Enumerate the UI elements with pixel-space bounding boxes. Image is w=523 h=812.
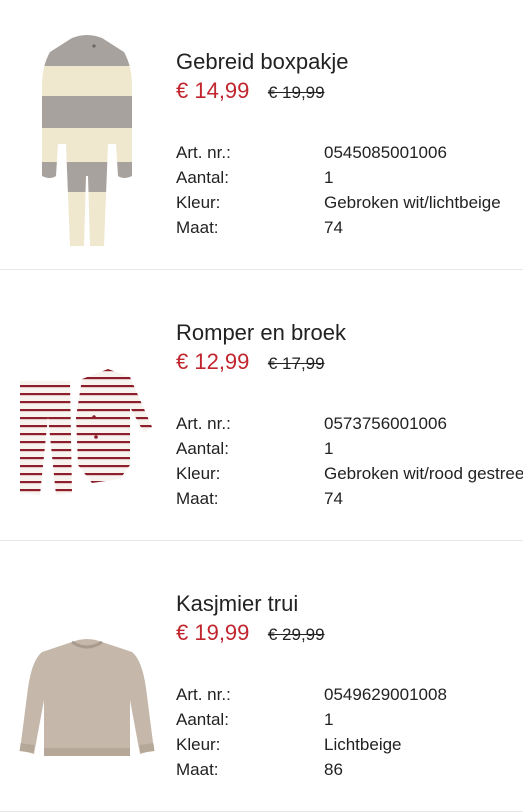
quantity-label: Aantal: <box>176 439 229 458</box>
color-label: Kleur: <box>176 735 221 754</box>
color-label: Kleur: <box>176 464 221 483</box>
cart-item: Gebreid boxpakje € 14,99 € 19,99 Art. nr… <box>0 0 523 270</box>
article-number-value: 0545085001006 <box>324 143 447 162</box>
original-price: € 29,99 <box>267 625 325 644</box>
sale-price: € 19,99 <box>176 620 250 645</box>
color-value: Lichtbeige <box>324 735 402 754</box>
sale-price: € 12,99 <box>176 349 250 374</box>
original-price: € 17,99 <box>267 354 325 373</box>
size-label: Maat: <box>176 760 219 779</box>
quantity-value: 1 <box>324 439 334 458</box>
article-number-value: 0549629001008 <box>324 685 447 704</box>
color-value: Gebroken wit/rood gestreept <box>324 464 523 483</box>
size-value: 86 <box>324 760 343 779</box>
product-name[interactable]: Romper en broek <box>176 319 523 347</box>
size-label: Maat: <box>176 489 219 508</box>
color-value: Gebroken wit/lichtbeige <box>324 193 501 212</box>
article-number-label: Art. nr.: <box>176 685 231 704</box>
original-price: € 19,99 <box>267 83 325 102</box>
size-value: 74 <box>324 489 343 508</box>
quantity-value: 1 <box>324 168 334 187</box>
quantity-label: Aantal: <box>176 168 229 187</box>
size-value: 74 <box>324 218 343 237</box>
striped-romper-set-image[interactable] <box>12 297 162 517</box>
knitted-romper-image[interactable] <box>12 26 162 246</box>
sale-price: € 14,99 <box>176 78 250 103</box>
article-number-label: Art. nr.: <box>176 414 231 433</box>
size-label: Maat: <box>176 218 219 237</box>
product-name[interactable]: Kasjmier trui <box>176 590 523 618</box>
color-label: Kleur: <box>176 193 221 212</box>
cashmere-sweater-image[interactable] <box>12 568 162 788</box>
product-name[interactable]: Gebreid boxpakje <box>176 48 523 76</box>
cart-item: Kasjmier trui € 19,99 € 29,99 Art. nr.: 0… <box>0 542 523 812</box>
quantity-label: Aantal: <box>176 710 229 729</box>
quantity-value: 1 <box>324 710 334 729</box>
cart-item: Romper en broek € 12,99 € 17,99 Art. nr.… <box>0 271 523 541</box>
article-number-value: 0573756001006 <box>324 414 447 433</box>
article-number-label: Art. nr.: <box>176 143 231 162</box>
